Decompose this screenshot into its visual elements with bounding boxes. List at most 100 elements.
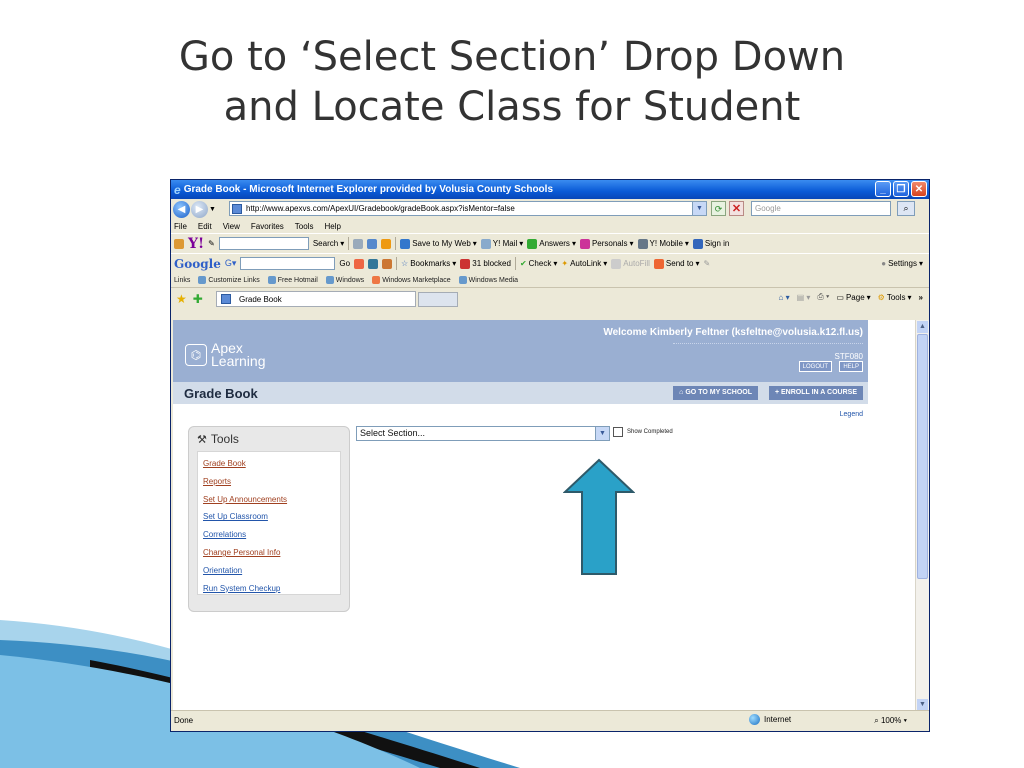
history-dropdown-icon[interactable]: ▼ bbox=[209, 206, 216, 213]
save-to-my-web-button[interactable]: Save to My Web ▾ bbox=[400, 238, 477, 249]
refresh-button[interactable]: ⟳ bbox=[711, 201, 726, 216]
highlighter-icon[interactable]: ✎ bbox=[704, 259, 711, 268]
menu-view[interactable]: View bbox=[223, 222, 240, 231]
select-section-dropdown[interactable]: Select Section... ▼ bbox=[356, 426, 610, 441]
link-windows[interactable]: Windows bbox=[325, 276, 364, 284]
show-completed-checkbox[interactable] bbox=[613, 427, 623, 437]
yahoo-search-button[interactable]: Search ▾ bbox=[313, 239, 344, 248]
link-windows-marketplace[interactable]: Windows Marketplace bbox=[372, 276, 451, 284]
link-customize-links[interactable]: Customize Links bbox=[198, 276, 260, 284]
tools-list: Grade Book Reports Set Up Announcements Set… bbox=[197, 451, 341, 595]
tools-link-correlations[interactable]: Correlations bbox=[203, 526, 340, 544]
menu-favorites[interactable]: Favorites bbox=[251, 222, 284, 231]
yahoo-logo-icon[interactable]: Y! bbox=[188, 236, 204, 252]
chevron-down-icon[interactable]: ▼ bbox=[595, 427, 609, 440]
stop-button[interactable]: ✕ bbox=[729, 201, 744, 216]
toolbar-options-icon[interactable] bbox=[174, 238, 184, 249]
bookmarks-button[interactable]: ☆ Bookmarks ▾ bbox=[401, 259, 456, 268]
page-favicon-icon bbox=[232, 203, 242, 214]
tools-link-set-up-announcements[interactable]: Set Up Announcements bbox=[203, 491, 340, 509]
sparkle-icon[interactable] bbox=[381, 238, 392, 249]
settings-button[interactable]: ● Settings ▾ bbox=[881, 259, 923, 268]
popup-blocker-button[interactable]: 31 blocked bbox=[460, 258, 511, 269]
spell-check-button[interactable]: ✔ Check ▾ bbox=[520, 259, 557, 268]
sign-in-button[interactable]: Sign in bbox=[692, 238, 729, 249]
go-to-my-school-button[interactable]: ⌂ GO TO MY SCHOOL bbox=[673, 386, 758, 400]
link-windows-media[interactable]: Windows Media bbox=[458, 276, 518, 284]
address-text: http://www.apexvs.com/ApexUI/Gradebook/g… bbox=[246, 204, 515, 213]
logo-line-2: Learning bbox=[211, 353, 266, 369]
news-icon[interactable] bbox=[367, 238, 378, 249]
ie-page-icon bbox=[325, 276, 334, 284]
google-logo-icon[interactable]: Google bbox=[174, 257, 221, 271]
send-to-button[interactable]: Send to ▾ bbox=[653, 258, 700, 269]
feeds-icon[interactable]: ▤ ▾ bbox=[797, 293, 811, 302]
address-bar-row: ◀ ▶ ▼ http://www.apexvs.com/ApexUI/Grade… bbox=[171, 199, 929, 219]
home-icon[interactable]: ⌂ ▾ bbox=[779, 293, 790, 302]
add-favorites-icon[interactable]: ✚ bbox=[193, 292, 203, 306]
scroll-up-icon[interactable]: ▲ bbox=[917, 321, 928, 333]
new-tab-button[interactable] bbox=[418, 292, 458, 307]
news-feed-icon[interactable] bbox=[368, 258, 379, 269]
pagerank-icon[interactable] bbox=[354, 258, 365, 269]
highlight-icon[interactable] bbox=[353, 238, 364, 249]
personals-button[interactable]: Personals ▾ bbox=[579, 238, 634, 249]
logout-button[interactable]: LOGOUT bbox=[798, 361, 832, 372]
answers-button[interactable]: Answers ▾ bbox=[527, 238, 576, 249]
zoom-control[interactable]: ⌕ 100% ▾ bbox=[874, 716, 907, 726]
tools-link-set-up-classroom[interactable]: Set Up Classroom bbox=[203, 508, 340, 526]
menu-edit[interactable]: Edit bbox=[198, 222, 212, 231]
menu-file[interactable]: File bbox=[174, 222, 187, 231]
ie-page-icon bbox=[458, 276, 467, 284]
tools-link-change-personal-info[interactable]: Change Personal Info bbox=[203, 544, 340, 562]
puzzle-icon[interactable] bbox=[382, 258, 393, 269]
yahoo-mail-button[interactable]: Y! Mail ▾ bbox=[480, 238, 523, 249]
tab-title: Grade Book bbox=[239, 294, 282, 304]
help-button[interactable]: HELP bbox=[839, 361, 863, 372]
yahoo-mobile-button[interactable]: Y! Mobile ▾ bbox=[637, 238, 689, 249]
google-go-button[interactable]: Go bbox=[339, 259, 350, 268]
page-menu-button[interactable]: ▭ Page ▾ bbox=[836, 293, 870, 302]
tools-link-orientation[interactable]: Orientation bbox=[203, 562, 340, 580]
vertical-scrollbar[interactable]: ▲ ▼ bbox=[915, 320, 929, 712]
link-free-hotmail[interactable]: Free Hotmail bbox=[267, 276, 318, 284]
search-go-button[interactable]: ⌕ bbox=[897, 201, 915, 216]
back-button[interactable]: ◀ bbox=[173, 200, 190, 218]
search-input[interactable]: Google bbox=[751, 201, 891, 216]
tools-link-run-system-checkup[interactable]: Run System Checkup bbox=[203, 580, 340, 598]
tools-link-grade-book[interactable]: Grade Book bbox=[203, 455, 340, 473]
separator bbox=[514, 257, 516, 270]
separator bbox=[348, 237, 350, 250]
forward-button[interactable]: ▶ bbox=[191, 200, 208, 218]
print-icon[interactable]: ⎙ ▾ bbox=[817, 292, 829, 302]
autofill-button[interactable]: AutoFill bbox=[611, 258, 650, 269]
enroll-course-button[interactable]: + ENROLL IN A COURSE bbox=[768, 386, 863, 400]
address-dropdown-icon[interactable]: ▼ bbox=[692, 202, 706, 215]
menu-help[interactable]: Help bbox=[324, 222, 340, 231]
tab-favicon-icon bbox=[221, 294, 231, 304]
autofill-icon bbox=[611, 258, 622, 269]
menu-bar: File Edit View Favorites Tools Help bbox=[171, 219, 929, 233]
tab-grade-book[interactable]: Grade Book bbox=[216, 291, 416, 307]
settings-icon: ● bbox=[881, 259, 887, 268]
apex-logo-icon: ⌬ bbox=[185, 344, 207, 366]
menu-tools[interactable]: Tools bbox=[295, 222, 314, 231]
tools-link-reports[interactable]: Reports bbox=[203, 473, 340, 491]
apex-logo[interactable]: ⌬ Apex Learning bbox=[185, 341, 266, 369]
tools-menu-button[interactable]: ⚙ Tools ▾ bbox=[878, 293, 912, 302]
maximize-button[interactable]: ❐ bbox=[893, 181, 909, 197]
chevron-more-icon[interactable]: » bbox=[919, 293, 923, 302]
window-titlebar[interactable]: e Grade Book - Microsoft Internet Explor… bbox=[171, 180, 929, 199]
google-search-input[interactable] bbox=[240, 257, 336, 270]
google-menu-icon[interactable]: G▾ bbox=[225, 258, 237, 269]
address-input[interactable]: http://www.apexvs.com/ApexUI/Gradebook/g… bbox=[229, 201, 707, 216]
close-button[interactable]: ✕ bbox=[911, 181, 927, 197]
yahoo-search-input[interactable] bbox=[218, 237, 309, 250]
autolink-button[interactable]: ✦ AutoLink ▾ bbox=[561, 259, 607, 268]
minimize-button[interactable]: _ bbox=[875, 181, 891, 197]
favorites-star-icon[interactable]: ★ bbox=[176, 292, 187, 306]
legend-link[interactable]: Legend bbox=[840, 411, 863, 418]
scroll-thumb[interactable] bbox=[917, 334, 928, 579]
school-icon: ⌂ bbox=[679, 389, 684, 396]
pencil-icon[interactable]: ✎ bbox=[208, 239, 215, 248]
